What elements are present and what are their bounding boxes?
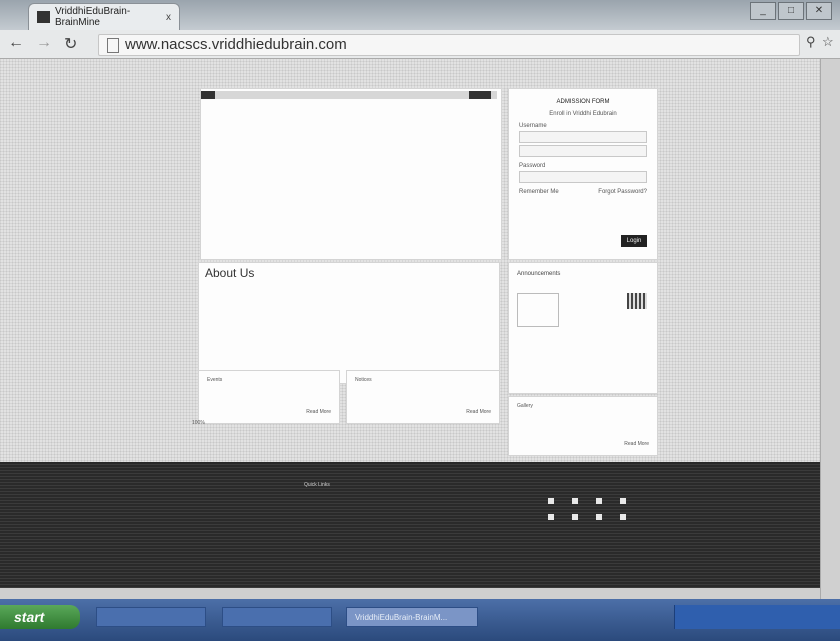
slider-bar bbox=[201, 91, 497, 99]
forgot-password-link[interactable]: Forgot Password? bbox=[598, 189, 647, 195]
address-bar[interactable]: www.nacscs.vriddhiedubrain.com bbox=[98, 34, 800, 56]
notices-read-more-link[interactable]: Read More bbox=[466, 409, 491, 415]
gallery-read-more-link[interactable]: Read More bbox=[624, 441, 649, 447]
social-icon[interactable] bbox=[548, 498, 554, 504]
qr-code-icon bbox=[627, 293, 647, 309]
social-icon[interactable] bbox=[572, 498, 578, 504]
social-icon[interactable] bbox=[548, 514, 554, 520]
star-icon[interactable]: ☆ bbox=[822, 34, 834, 50]
percent-label: 100% bbox=[192, 420, 205, 426]
social-icon[interactable] bbox=[572, 514, 578, 520]
events-panel: Events Read More bbox=[198, 370, 340, 424]
social-icon[interactable] bbox=[596, 498, 602, 504]
announcements-panel: Announcements bbox=[508, 262, 658, 394]
favicon-icon bbox=[37, 11, 50, 23]
social-icon[interactable] bbox=[620, 498, 626, 504]
events-title: Events bbox=[207, 377, 223, 383]
system-tray bbox=[674, 605, 840, 629]
login-title: ADMISSION FORM bbox=[556, 99, 610, 105]
image-slider[interactable] bbox=[200, 88, 502, 260]
social-icons bbox=[548, 498, 636, 520]
notices-title: Notices bbox=[355, 377, 372, 383]
events-read-more-link[interactable]: Read More bbox=[306, 409, 331, 415]
login-button[interactable]: Login bbox=[621, 235, 647, 247]
start-button[interactable]: start bbox=[0, 605, 80, 629]
about-title: About Us bbox=[205, 266, 255, 280]
horizontal-scrollbar[interactable] bbox=[0, 588, 820, 599]
footer-column-contact bbox=[186, 482, 296, 488]
taskbar-button-1[interactable] bbox=[96, 607, 206, 627]
vertical-scrollbar[interactable] bbox=[820, 59, 840, 599]
social-icon[interactable] bbox=[620, 514, 626, 520]
tab-title: VriddhiEduBrain-BrainMine bbox=[54, 6, 131, 28]
footer-column-links: Quick Links bbox=[304, 482, 414, 494]
notices-panel: Notices Read More bbox=[346, 370, 500, 424]
gallery-title: Gallery bbox=[517, 403, 533, 409]
gallery-panel: Gallery Read More bbox=[508, 396, 658, 456]
reload-icon[interactable]: ↻ bbox=[64, 34, 77, 54]
slider-next-icon[interactable] bbox=[469, 91, 491, 99]
close-window-button[interactable]: ✕ bbox=[806, 2, 832, 20]
login-subtitle: Enroll in Vriddhi Edubrain bbox=[549, 111, 617, 117]
browser-titlebar: VriddhiEduBrain-BrainMine x _ □ ✕ bbox=[0, 0, 840, 30]
announcements-title: Announcements bbox=[517, 271, 561, 277]
password-input[interactable] bbox=[519, 171, 647, 183]
site-footer: Quick Links bbox=[0, 462, 820, 588]
window-controls: _ □ ✕ bbox=[750, 2, 832, 20]
slider-prev-icon[interactable] bbox=[201, 91, 215, 99]
url-text: www.nacscs.vriddhiedubrain.com bbox=[125, 36, 347, 53]
back-icon[interactable]: ← bbox=[8, 34, 24, 52]
browser-toolbar: ← → ↻ www.nacscs.vriddhiedubrain.com ⚲ ☆ bbox=[0, 30, 840, 59]
username-label: Username bbox=[519, 123, 547, 129]
taskbar-button-browser[interactable]: VriddhiEduBrain-BrainM... bbox=[346, 607, 478, 627]
login-panel: ADMISSION FORM Enroll in Vriddhi Edubrai… bbox=[508, 88, 658, 260]
zoom-icon[interactable]: ⚲ bbox=[806, 34, 816, 50]
footer-col2-title: Quick Links bbox=[304, 482, 330, 488]
minimize-button[interactable]: _ bbox=[750, 2, 776, 20]
browser-tab[interactable]: VriddhiEduBrain-BrainMine x bbox=[28, 3, 180, 30]
announcement-image[interactable] bbox=[517, 293, 559, 327]
about-section: About Us bbox=[198, 262, 500, 384]
remember-checkbox[interactable]: Remember Me bbox=[519, 189, 559, 195]
tab-close-icon[interactable]: x bbox=[166, 12, 171, 23]
username-input[interactable] bbox=[519, 131, 647, 143]
username-field-2[interactable] bbox=[519, 145, 647, 157]
taskbar-button-2[interactable] bbox=[222, 607, 332, 627]
social-icon[interactable] bbox=[596, 514, 602, 520]
page-icon bbox=[107, 37, 119, 53]
forward-icon[interactable]: → bbox=[36, 34, 52, 52]
maximize-button[interactable]: □ bbox=[778, 2, 804, 20]
windows-taskbar: start VriddhiEduBrain-BrainM... bbox=[0, 599, 840, 641]
password-label: Password bbox=[519, 163, 546, 169]
